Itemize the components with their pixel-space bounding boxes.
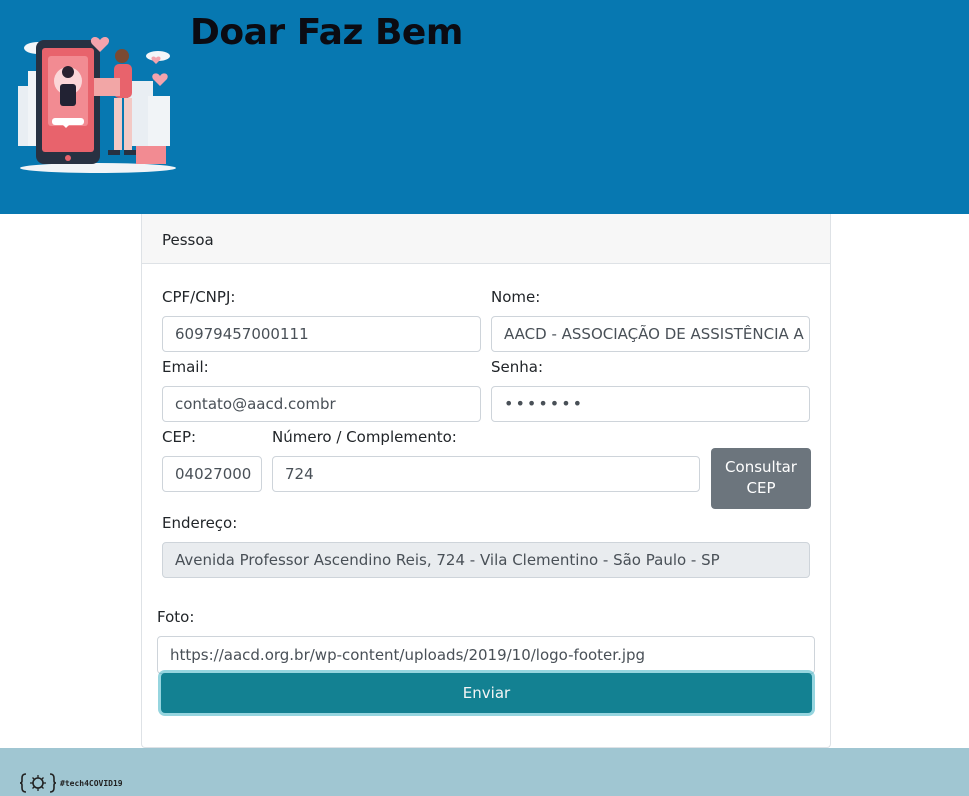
cpf-label: CPF/CNPJ: [162,288,236,306]
senha-input[interactable]: ••••••• [491,386,810,422]
cep-input[interactable]: 04027000 [162,456,262,492]
consultar-cep-label-line1: Consultar [725,458,797,476]
email-label: Email: [162,358,209,376]
virus-brackets-logo-icon [20,773,56,793]
site-title: Doar Faz Bem [190,12,463,53]
cep-label: CEP: [162,428,197,446]
card-title: Pessoa [162,231,214,249]
nome-label: Nome: [491,288,541,306]
enviar-button[interactable]: Enviar [161,673,812,713]
numero-input[interactable]: 724 [272,456,700,492]
footer-hashtag: #tech4COVID19 [60,778,123,788]
numero-label: Número / Complemento: [272,428,457,446]
site-footer: #tech4COVID19 [0,748,969,796]
foto-input[interactable]: https://aacd.org.br/wp-content/uploads/2… [157,636,815,674]
cpf-input[interactable]: 60979457000111 [162,316,481,352]
donation-phone-illustration-icon [18,37,176,173]
consultar-cep-label-line2: CEP [746,479,776,497]
endereco-label: Endereço: [162,514,238,532]
email-input[interactable]: contato@aacd.combr [162,386,481,422]
site-header: Doar Faz Bem [0,0,969,214]
person-form-card: Pessoa CPF/CNPJ: 60979457000111 Nome: AA… [141,214,831,748]
senha-label: Senha: [491,358,544,376]
footer-logo: #tech4COVID19 [20,772,123,794]
consultar-cep-button[interactable]: Consultar CEP [711,448,811,509]
nome-input[interactable]: AACD - ASSOCIAÇÃO DE ASSISTÊNCIA A C [491,316,810,352]
card-header: Pessoa [142,214,830,264]
endereco-input: Avenida Professor Ascendino Reis, 724 - … [162,542,810,578]
foto-label: Foto: [157,608,195,626]
